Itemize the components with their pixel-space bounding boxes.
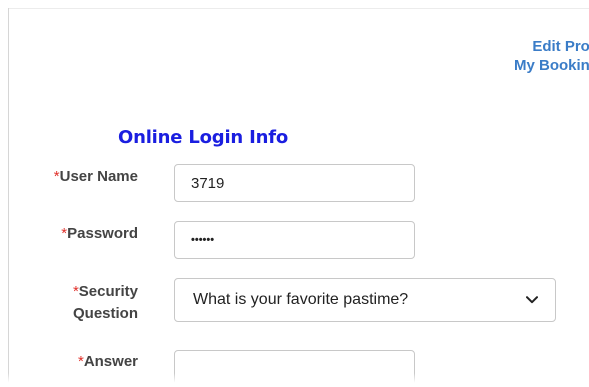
my-bookings-link[interactable]: My Booking xyxy=(514,56,589,75)
chevron-down-icon xyxy=(525,293,539,307)
edit-profile-link[interactable]: Edit Profi xyxy=(514,37,589,56)
panel-top-border xyxy=(8,8,589,9)
password-label-text: Password xyxy=(67,225,138,242)
username-input[interactable]: 3719 xyxy=(174,164,415,202)
answer-label: *Answer xyxy=(40,351,138,373)
bottom-crop-fade xyxy=(0,373,589,387)
password-input[interactable]: •••••• xyxy=(174,221,415,259)
section-title: Online Login Info xyxy=(118,127,289,148)
security-question-select[interactable]: What is your favorite pastime? xyxy=(174,278,556,322)
password-label: *Password xyxy=(40,223,138,245)
security-question-selected: What is your favorite pastime? xyxy=(193,291,409,308)
username-value: 3719 xyxy=(191,174,225,192)
username-label-text: User Name xyxy=(59,168,138,185)
answer-label-text: Answer xyxy=(83,353,138,370)
profile-nav: Edit Profi My Booking xyxy=(514,37,589,75)
password-masked-value: •••••• xyxy=(191,234,215,246)
username-label: *User Name xyxy=(40,166,138,188)
panel-left-border xyxy=(8,8,9,387)
security-question-label-line2: Question xyxy=(72,305,138,322)
security-question-label: *Security Question xyxy=(40,281,138,325)
security-question-label-line1: Security xyxy=(78,283,138,300)
login-info-form-page: Edit Profi My Booking Online Login Info … xyxy=(0,0,589,387)
